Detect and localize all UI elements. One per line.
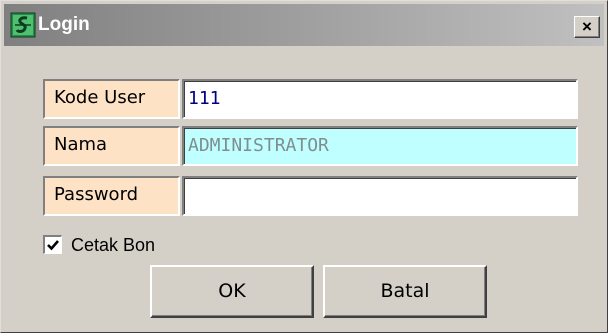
kode-user-input[interactable]: 111 bbox=[182, 79, 578, 119]
window-title: Login bbox=[38, 14, 90, 35]
password-label: Password bbox=[43, 176, 180, 216]
password-input[interactable] bbox=[182, 176, 578, 216]
close-icon: × bbox=[582, 17, 592, 36]
close-button[interactable]: × bbox=[574, 16, 600, 38]
nama-field: ADMINISTRATOR bbox=[182, 126, 578, 166]
batal-button[interactable]: Batal bbox=[323, 265, 487, 318]
ok-button[interactable]: OK bbox=[150, 265, 314, 318]
login-dialog: Login × Kode User 111 Nama ADMINISTRATOR… bbox=[0, 0, 608, 333]
nama-label: Nama bbox=[43, 126, 180, 166]
cetak-bon-checkbox[interactable] bbox=[43, 235, 62, 254]
checkmark-icon bbox=[47, 240, 59, 251]
kode-user-label: Kode User bbox=[43, 79, 180, 119]
app-icon bbox=[10, 12, 36, 38]
cetak-bon-label: Cetak Bon bbox=[71, 235, 156, 255]
title-bar[interactable]: Login × bbox=[4, 4, 604, 46]
